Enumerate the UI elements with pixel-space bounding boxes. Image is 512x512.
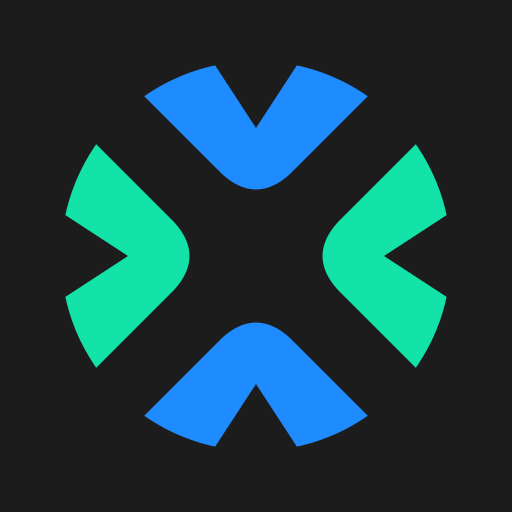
four-chevron-mark-icon (61, 61, 451, 451)
chevron-left-icon (322, 140, 451, 372)
app-icon-canvas (0, 0, 512, 512)
chevron-down-icon (140, 61, 372, 190)
chevron-up-icon (140, 322, 372, 451)
chevron-right-icon (61, 140, 190, 372)
